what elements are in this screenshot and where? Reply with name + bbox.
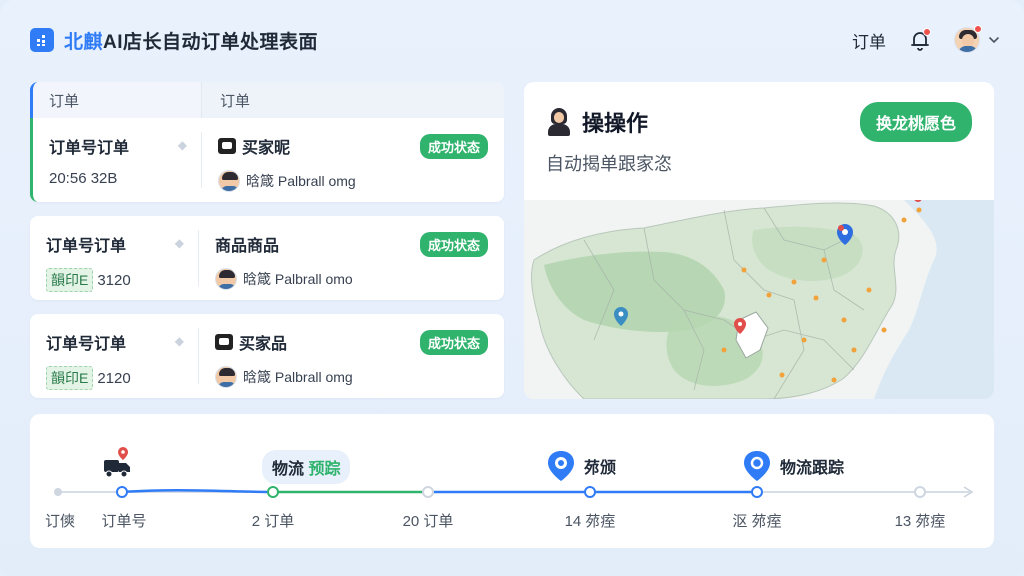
chevron-icon: ◆ [174, 334, 184, 348]
chevron-icon: ◆ [174, 236, 184, 250]
order-card[interactable]: 订单号订单 20:56 32B ◆ 买家昵 晗箴 Palbrall omg 成功… [30, 118, 504, 202]
order-time: 韻印E 3120 [46, 268, 198, 292]
avatar-badge [974, 25, 982, 33]
event-logistics-track: 物流 预踪 [262, 450, 351, 484]
user-menu[interactable] [954, 25, 1000, 53]
timeline-label: 订单号 [101, 513, 147, 530]
page-title: 北麒AI店长自动订单处理表面 [64, 27, 318, 54]
timeline-label: 订傸 [44, 513, 76, 530]
notification-dot [923, 28, 931, 36]
agent-icon [546, 108, 572, 136]
status-badge: 成功状态 [419, 330, 488, 355]
buyer-info: 晗箴 Palbrall omo [215, 268, 488, 290]
logistics-timeline: 物流 预踪 茒颁 物流跟踪 订傸 订单号 2 订单 20 订单 14 茒痓 沤 … [30, 414, 994, 548]
event-chip: 物流 预踪 [262, 450, 351, 484]
timeline-label: 13 茒痓 [894, 513, 946, 530]
order-card[interactable]: 订单号订单 韻印E 3120 ◆ 商品商品 晗箴 Palbrall omo 成功… [30, 216, 504, 300]
shop-icon [218, 138, 236, 154]
orders-table-header: 订单 订单 [30, 82, 504, 118]
order-time: 韻印E 2120 [46, 366, 198, 390]
buyer-avatar [215, 366, 237, 388]
column-header-detail: 订单 [201, 82, 504, 118]
timeline-label: 14 茒痓 [564, 513, 616, 530]
timeline-node [751, 486, 763, 498]
timeline-node [914, 486, 926, 498]
brand-highlight: 北麒 [64, 31, 104, 53]
column-header-order: 订单 [49, 92, 80, 110]
timeline-label: 20 订单 [402, 513, 454, 530]
china-map[interactable] [524, 200, 994, 399]
timeline-node [422, 486, 434, 498]
blue-pin-icon [548, 451, 574, 481]
orders-list: 订单 订单 订单号订单 20:56 32B ◆ 买家昵 晗箴 Palbrall … [30, 82, 504, 398]
ops-subtitle: 自动揭单跟家恣 [546, 154, 672, 174]
grid-logo-icon [30, 28, 54, 52]
timeline-node [584, 486, 596, 498]
order-tag: 韻印E [46, 366, 94, 390]
shop-icon [215, 334, 233, 350]
buyer-info: 晗箴 Palbrall omg [215, 366, 488, 388]
app-frame: 北麒AI店长自动订单处理表面 订单 订单 订单 订单号订单 20:56 32B … [0, 0, 1024, 576]
status-badge: 成功状态 [419, 232, 488, 257]
ops-action-button[interactable]: 换龙桃愿色 [859, 102, 972, 142]
buyer-avatar [215, 268, 237, 290]
order-time: 20:56 32B [49, 170, 118, 187]
location-pin-icon [744, 451, 770, 481]
nav-orders-link[interactable]: 订单 [852, 28, 886, 53]
buyer-info: 晗箴 Palbrall omg [218, 170, 488, 192]
order-tag: 韻印E [46, 268, 94, 292]
brand-rest: AI店长自动订单处理表面 [103, 31, 319, 53]
chevron-down-icon [989, 37, 999, 44]
timeline-label: 2 订单 [251, 513, 295, 530]
top-header: 北麒AI店长自动订单处理表面 订单 [30, 24, 1000, 56]
chevron-icon: ◆ [177, 138, 187, 152]
ops-title: 操操作 [546, 106, 648, 138]
bell-icon[interactable] [908, 28, 932, 52]
header-actions: 订单 [852, 25, 1000, 53]
timeline-node [54, 488, 62, 496]
event-logistics-follow: 物流跟踪 [742, 450, 844, 482]
timeline-label: 沤 茒痓 [732, 513, 782, 530]
order-card[interactable]: 订单号订单 韻印E 2120 ◆ 买家品 晗箴 Palbrall omg 成功状… [30, 314, 504, 398]
operations-panel: 操操作 自动揭单跟家恣 换龙桃愿色 [524, 82, 994, 399]
status-badge: 成功状态 [419, 134, 488, 159]
event-transit: 茒颁 [546, 450, 616, 482]
truck-icon [104, 447, 130, 478]
buyer-avatar [218, 170, 240, 192]
timeline-node [116, 486, 128, 498]
timeline-node [267, 486, 279, 498]
